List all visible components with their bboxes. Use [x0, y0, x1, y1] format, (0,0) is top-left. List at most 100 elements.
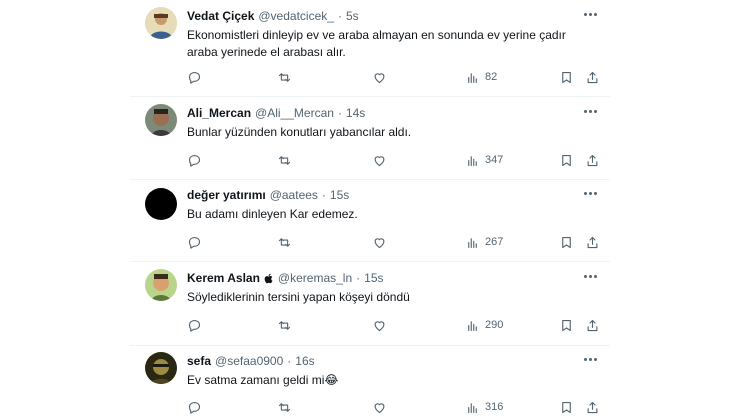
timeline-feed: Vedat Çiçek @vedatcicek_ · 5s Ekonomistl…	[130, 0, 610, 420]
tweet[interactable]: sefa @sefaa0900 · 16s Ev satma zamanı ge…	[130, 345, 610, 420]
timestamp[interactable]: 15s	[364, 271, 383, 285]
apple-icon	[264, 273, 274, 284]
views-button[interactable]: 316	[465, 398, 503, 416]
retweet-button[interactable]	[277, 233, 292, 251]
more-icon[interactable]	[582, 189, 598, 197]
avatar-image	[145, 104, 177, 136]
bookmark-icon	[562, 236, 571, 248]
views-icon	[468, 72, 477, 83]
tweet-header: Vedat Çiçek @vedatcicek_ · 5s	[187, 7, 359, 25]
tweet[interactable]: Vedat Çiçek @vedatcicek_ · 5s Ekonomistl…	[130, 0, 610, 97]
tweet[interactable]: Ali_Mercan @Ali__Mercan · 14s Bunlar yüz…	[130, 96, 610, 180]
views-button[interactable]: 290	[465, 316, 503, 334]
view-count: 290	[485, 319, 504, 331]
bookmark-button[interactable]	[559, 233, 574, 251]
tweet-actions: 316	[187, 398, 607, 416]
more-icon[interactable]	[582, 355, 598, 363]
like-icon	[374, 155, 385, 166]
author-name[interactable]: Kerem Aslan	[187, 271, 260, 285]
like-button[interactable]	[372, 398, 387, 416]
tweet-text: Bu adamı dinleyen Kar edemez.	[187, 207, 358, 221]
avatar[interactable]	[145, 269, 177, 301]
bookmark-button[interactable]	[559, 151, 574, 169]
timestamp[interactable]: 16s	[295, 354, 314, 368]
author-name[interactable]: sefa	[187, 354, 211, 368]
share-button[interactable]	[585, 316, 600, 334]
author-handle[interactable]: @keremas_ln	[278, 271, 352, 285]
avatar-image	[145, 269, 177, 301]
tweet-actions: 267	[187, 233, 607, 251]
author-handle[interactable]: @aatees	[270, 188, 318, 202]
author-name[interactable]: Ali_Mercan	[187, 106, 251, 120]
tweet-header: değer yatırımı @aatees · 15s	[187, 186, 349, 204]
bookmark-button[interactable]	[559, 316, 574, 334]
reply-icon	[188, 236, 201, 249]
timestamp[interactable]: 5s	[346, 9, 359, 23]
like-button[interactable]	[372, 151, 387, 169]
like-icon	[374, 402, 385, 413]
reply-button[interactable]	[187, 316, 202, 334]
reply-button[interactable]	[187, 233, 202, 251]
more-icon[interactable]	[582, 107, 598, 115]
bookmark-button[interactable]	[559, 398, 574, 416]
tweet-text: Ev satma zamanı geldi mi😂	[187, 373, 339, 387]
reply-icon	[188, 154, 201, 167]
author-name[interactable]: Vedat Çiçek	[187, 9, 254, 23]
tweet[interactable]: Kerem Aslan @keremas_ln · 15s Söyledikle…	[130, 262, 610, 346]
retweet-button[interactable]	[277, 68, 292, 86]
separator: ·	[287, 354, 292, 368]
author-handle[interactable]: @vedatcicek_	[258, 9, 334, 23]
reply-button[interactable]	[187, 151, 202, 169]
avatar[interactable]	[145, 352, 177, 384]
share-button[interactable]	[585, 233, 600, 251]
reply-button[interactable]	[187, 68, 202, 86]
bookmark-icon	[562, 401, 571, 413]
like-button[interactable]	[372, 68, 387, 86]
retweet-button[interactable]	[277, 316, 292, 334]
reply-icon	[188, 319, 201, 332]
view-count: 347	[485, 154, 504, 166]
tweet-actions: 82	[187, 68, 607, 86]
more-icon[interactable]	[582, 272, 598, 280]
retweet-icon	[278, 402, 291, 412]
reply-button[interactable]	[187, 398, 202, 416]
share-button[interactable]	[585, 398, 600, 416]
views-icon	[468, 155, 477, 166]
views-icon	[468, 237, 477, 248]
view-count: 82	[485, 71, 498, 83]
reply-icon	[188, 401, 201, 414]
tweet[interactable]: değer yatırımı @aatees · 15s Bu adamı di…	[130, 179, 610, 262]
separator: ·	[337, 106, 342, 120]
timestamp[interactable]: 15s	[330, 188, 349, 202]
timestamp[interactable]: 14s	[346, 106, 365, 120]
retweet-button[interactable]	[277, 398, 292, 416]
share-icon	[587, 154, 598, 166]
views-button[interactable]: 267	[465, 233, 503, 251]
views-button[interactable]: 82	[465, 68, 497, 86]
separator: ·	[337, 9, 342, 23]
like-icon	[374, 320, 385, 331]
avatar[interactable]	[145, 188, 177, 220]
views-button[interactable]: 347	[465, 151, 503, 169]
tweet-header: sefa @sefaa0900 · 16s	[187, 352, 315, 370]
share-icon	[587, 71, 598, 83]
author-handle[interactable]: @Ali__Mercan	[255, 106, 334, 120]
author-name[interactable]: değer yatırımı	[187, 188, 266, 202]
like-button[interactable]	[372, 316, 387, 334]
more-icon[interactable]	[582, 10, 598, 18]
views-icon	[468, 320, 477, 331]
author-handle[interactable]: @sefaa0900	[215, 354, 283, 368]
retweet-button[interactable]	[277, 151, 292, 169]
tweet-header: Ali_Mercan @Ali__Mercan · 14s	[187, 104, 365, 122]
avatar-image	[145, 352, 177, 384]
bookmark-icon	[562, 154, 571, 166]
tweet-text: Ekonomistleri dinleyip ev ve araba almay…	[187, 28, 566, 59]
share-button[interactable]	[585, 68, 600, 86]
bookmark-icon	[562, 319, 571, 331]
share-button[interactable]	[585, 151, 600, 169]
avatar[interactable]	[145, 104, 177, 136]
like-button[interactable]	[372, 233, 387, 251]
avatar[interactable]	[145, 7, 177, 39]
reply-icon	[188, 71, 201, 84]
bookmark-button[interactable]	[559, 68, 574, 86]
